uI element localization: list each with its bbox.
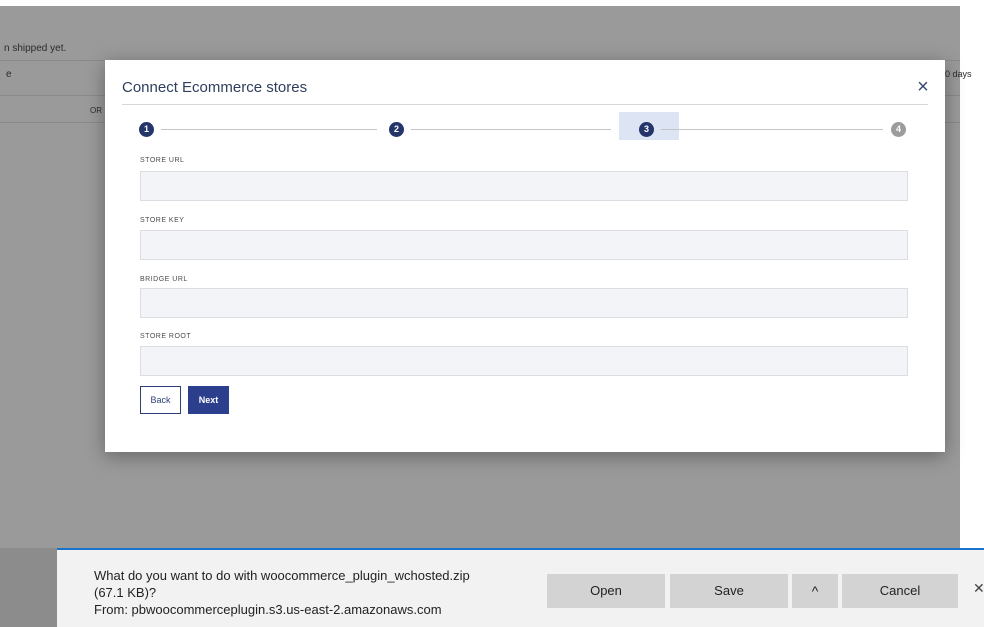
step-connector [661,129,883,130]
next-button[interactable]: Next [188,386,229,414]
download-bar: What do you want to do with woocommerce_… [57,548,984,627]
days-column-header: 0 days [945,69,972,79]
store-key-label: STORE KEY [140,217,185,224]
store-url-label: STORE URL [140,157,185,164]
step-connector [411,129,611,130]
connect-stores-modal: Connect Ecommerce stores × 1 2 3 4 STORE… [105,60,945,452]
back-button[interactable]: Back [140,386,181,414]
title-divider [122,104,928,105]
save-button[interactable]: Save [670,574,788,608]
cancel-button[interactable]: Cancel [842,574,958,608]
chevron-up-icon[interactable]: ^ [792,574,838,608]
step-3: 3 [639,122,654,137]
shipped-text: n shipped yet. [4,43,67,54]
store-key-input[interactable] [140,230,908,260]
right-panel [960,6,984,627]
step-2: 2 [389,122,404,137]
download-source: From: pbwoocommerceplugin.s3.us-east-2.a… [94,602,442,617]
bridge-url-label: BRIDGE URL [140,276,188,283]
table-header-left: e [6,69,12,80]
close-icon[interactable]: × [913,77,933,97]
download-question: What do you want to do with woocommerce_… [94,568,470,583]
order-column-header: OR [90,106,102,115]
store-root-label: STORE ROOT [140,333,192,340]
store-url-input[interactable] [140,171,908,201]
step-4: 4 [891,122,906,137]
stepper: 1 2 3 4 [139,112,907,142]
step-connector [161,129,377,130]
store-root-input[interactable] [140,346,908,376]
download-size: (67.1 KB)? [94,585,157,600]
close-icon[interactable]: ✕ [973,580,984,597]
open-button[interactable]: Open [547,574,665,608]
top-band [0,0,984,6]
modal-title: Connect Ecommerce stores [122,79,308,96]
bridge-url-input[interactable] [140,288,908,318]
step-1: 1 [139,122,154,137]
